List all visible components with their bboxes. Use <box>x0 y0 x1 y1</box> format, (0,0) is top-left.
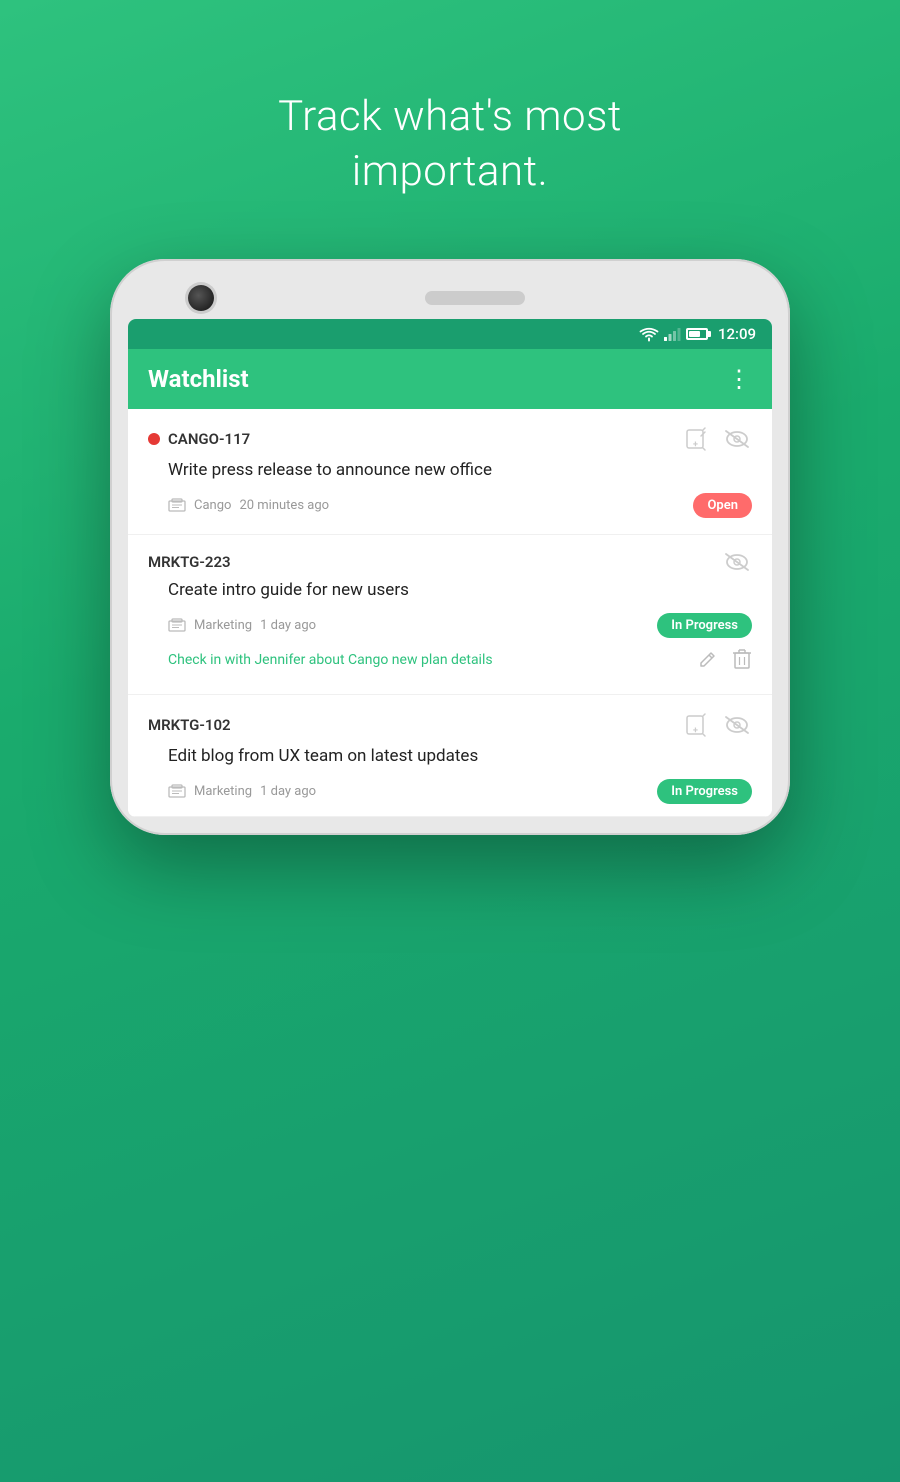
list-item-header: MRKTG-102 + <box>148 711 752 739</box>
item-actions <box>722 551 752 573</box>
signal-icon <box>664 327 680 341</box>
time-ago: 20 minutes ago <box>239 498 329 513</box>
item-meta: Cango 20 minutes ago Open <box>168 493 752 518</box>
item-actions: + <box>682 711 752 739</box>
status-badge[interactable]: In Progress <box>657 613 752 638</box>
list-item: MRKTG-102 + <box>128 695 772 817</box>
issue-id-row: CANGO-117 <box>148 430 250 448</box>
list-item: MRKTG-223 Create intro guide f <box>128 535 772 695</box>
phone-top-bar <box>128 277 772 319</box>
sub-item: Check in with Jennifer about Cango new p… <box>148 648 752 678</box>
eye-slash-icon[interactable] <box>722 714 752 736</box>
meta-left: Marketing 1 day ago <box>168 784 316 799</box>
eye-slash-icon[interactable] <box>722 551 752 573</box>
project-name: Marketing <box>194 618 252 633</box>
status-badge[interactable]: In Progress <box>657 779 752 804</box>
issue-title: Edit blog from UX team on latest updates <box>168 745 752 769</box>
sub-item-text: Check in with Jennifer about Cango new p… <box>168 651 688 671</box>
meta-left: Cango 20 minutes ago <box>168 498 329 513</box>
phone-mockup: 12:09 Watchlist ⋮ CANGO-117 <box>110 259 790 834</box>
time-ago: 1 day ago <box>260 618 316 633</box>
issue-id-row: MRKTG-102 <box>148 716 231 734</box>
app-toolbar: Watchlist ⋮ <box>128 349 772 409</box>
project-icon <box>168 618 186 632</box>
wifi-icon <box>640 327 658 341</box>
item-meta: Marketing 1 day ago In Progress <box>168 613 752 638</box>
issue-title: Write press release to announce new offi… <box>168 459 752 483</box>
svg-text:+: + <box>693 726 698 736</box>
add-note-icon[interactable]: + <box>682 711 710 739</box>
list-item-header: MRKTG-223 <box>148 551 752 573</box>
project-icon <box>168 498 186 512</box>
project-name: Cango <box>194 498 231 513</box>
status-time: 12:09 <box>718 325 756 343</box>
phone-outer: 12:09 Watchlist ⋮ CANGO-117 <box>110 259 790 834</box>
list-item: CANGO-117 + <box>128 409 772 535</box>
status-bar: 12:09 <box>128 319 772 349</box>
trash-icon[interactable] <box>732 648 752 674</box>
pencil-icon[interactable] <box>698 649 718 673</box>
status-badge[interactable]: Open <box>693 493 752 518</box>
sub-item-actions <box>698 648 752 674</box>
issue-title: Create intro guide for new users <box>168 579 752 603</box>
app-title: Watchlist <box>148 365 249 393</box>
list-item-header: CANGO-117 + <box>148 425 752 453</box>
meta-left: Marketing 1 day ago <box>168 618 316 633</box>
issue-id: MRKTG-223 <box>148 553 231 571</box>
battery-fill <box>689 331 700 337</box>
status-icons: 12:09 <box>640 325 756 343</box>
project-name: Marketing <box>194 784 252 799</box>
phone-camera <box>188 285 214 311</box>
project-icon <box>168 784 186 798</box>
issue-id: CANGO-117 <box>168 430 250 448</box>
tagline: Track what's most important. <box>278 90 622 199</box>
item-meta: Marketing 1 day ago In Progress <box>168 779 752 804</box>
add-note-icon[interactable]: + <box>682 425 710 453</box>
item-actions: + <box>682 425 752 453</box>
priority-dot <box>148 433 160 445</box>
svg-text:+: + <box>693 440 698 450</box>
phone-speaker <box>425 291 525 305</box>
time-ago: 1 day ago <box>260 784 316 799</box>
issue-id-row: MRKTG-223 <box>148 553 231 571</box>
phone-screen: 12:09 Watchlist ⋮ CANGO-117 <box>128 319 772 816</box>
more-options-icon[interactable]: ⋮ <box>727 365 752 393</box>
battery-icon <box>686 328 708 340</box>
eye-slash-icon[interactable] <box>722 428 752 450</box>
issue-id: MRKTG-102 <box>148 716 231 734</box>
